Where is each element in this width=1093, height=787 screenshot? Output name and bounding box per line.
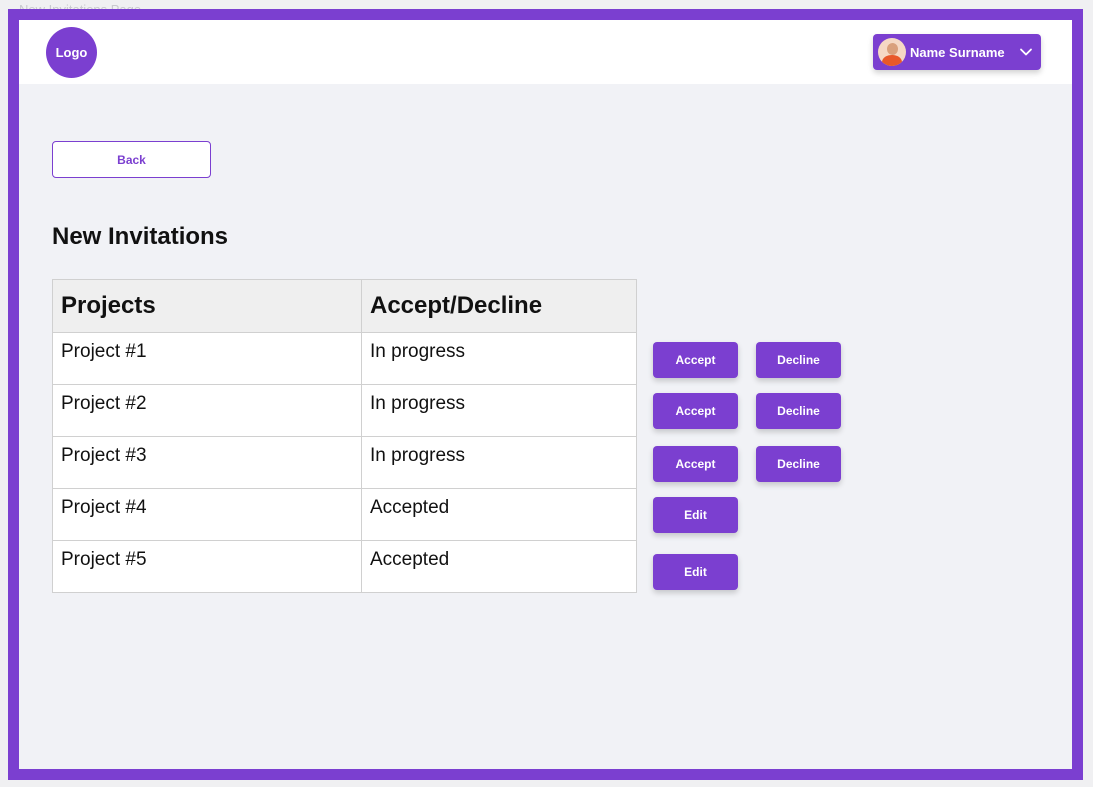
- accept-button-project-3[interactable]: Accept: [653, 446, 738, 482]
- user-menu-button[interactable]: Name Surname: [873, 34, 1041, 70]
- decline-button-project-3[interactable]: Decline: [756, 446, 841, 482]
- user-name: Name Surname: [910, 44, 1005, 60]
- table-row: Project #3 In progress: [52, 436, 637, 489]
- table-row: Project #5 Accepted: [52, 540, 637, 593]
- table-row: Project #1 In progress: [52, 332, 637, 385]
- column-header-projects: Projects: [52, 279, 362, 333]
- project-name: Project #1: [52, 332, 362, 385]
- project-name: Project #5: [52, 540, 362, 593]
- project-name: Project #2: [52, 384, 362, 437]
- table-header-row: Projects Accept/Decline: [52, 279, 637, 333]
- accept-button-project-1[interactable]: Accept: [653, 342, 738, 378]
- edit-button-project-4[interactable]: Edit: [653, 497, 738, 533]
- page-title: New Invitations: [52, 223, 229, 250]
- logo[interactable]: Logo: [46, 27, 97, 78]
- project-status: In progress: [361, 384, 637, 437]
- table-row: Project #4 Accepted: [52, 488, 637, 541]
- avatar: [878, 38, 906, 66]
- column-header-accept-decline: Accept/Decline: [361, 279, 637, 333]
- chevron-down-icon: [1019, 45, 1033, 59]
- project-status: Accepted: [361, 540, 637, 593]
- project-name: Project #3: [52, 436, 362, 489]
- top-navbar: Logo Name Surname: [19, 20, 1072, 84]
- decline-button-project-2[interactable]: Decline: [756, 393, 841, 429]
- accept-button-project-2[interactable]: Accept: [653, 393, 738, 429]
- page-frame: Logo Name Surname Back New Invitations P…: [8, 9, 1083, 780]
- project-status: Accepted: [361, 488, 637, 541]
- project-status: In progress: [361, 436, 637, 489]
- back-button[interactable]: Back: [52, 141, 211, 178]
- invitations-table: Projects Accept/Decline Project #1 In pr…: [52, 279, 637, 593]
- project-status: In progress: [361, 332, 637, 385]
- edit-button-project-5[interactable]: Edit: [653, 554, 738, 590]
- decline-button-project-1[interactable]: Decline: [756, 342, 841, 378]
- table-row: Project #2 In progress: [52, 384, 637, 437]
- project-name: Project #4: [52, 488, 362, 541]
